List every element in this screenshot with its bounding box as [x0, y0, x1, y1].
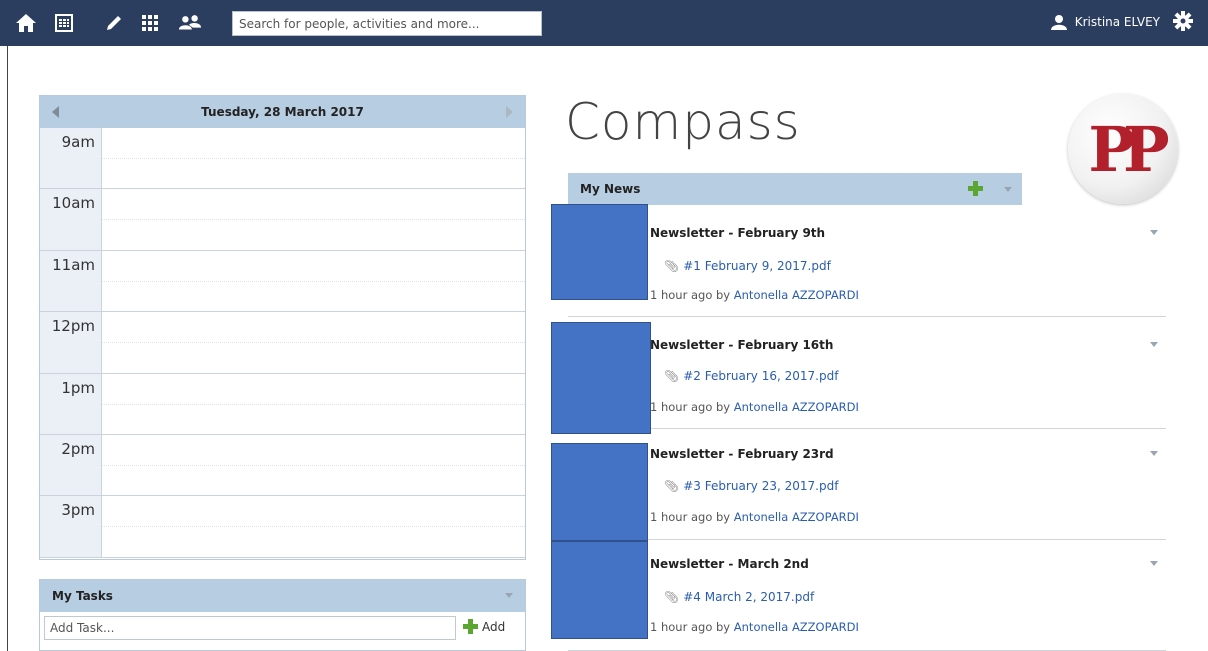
tasks-options-icon[interactable]: [505, 593, 513, 598]
redacted-avatar: [551, 443, 648, 541]
add-news-icon[interactable]: [968, 181, 983, 196]
news-author-link[interactable]: Antonella AZZOPARDI: [734, 288, 859, 302]
item-options-icon[interactable]: [1150, 451, 1158, 456]
half-hour-line: [102, 280, 525, 282]
paperclip-icon: 📎︎: [664, 590, 680, 604]
news-item-title[interactable]: Newsletter - February 16th: [650, 338, 833, 352]
attachment-name[interactable]: #4 March 2, 2017.pdf: [683, 590, 814, 604]
calendar-icon[interactable]: [52, 11, 76, 35]
hour-row[interactable]: 3pm: [40, 496, 525, 558]
user-menu[interactable]: Kristina ELVEY: [1050, 14, 1160, 30]
hour-row[interactable]: 11am: [40, 250, 525, 313]
news-item: Newsletter - February 23rd 📎︎ #3 Februar…: [568, 429, 1166, 540]
hour-row[interactable]: 9am: [40, 128, 525, 190]
news-meta-time: 1 hour ago by: [650, 510, 731, 524]
half-hour-line: [102, 158, 525, 159]
news-author-link[interactable]: Antonella AZZOPARDI: [734, 620, 859, 634]
top-navigation-bar: Kristina ELVEY: [0, 0, 1208, 46]
news-author-link[interactable]: Antonella AZZOPARDI: [734, 400, 859, 414]
news-item: Newsletter - February 16th 📎︎ #2 Februar…: [568, 318, 1166, 429]
school-logo: PP: [1068, 94, 1178, 204]
item-options-icon[interactable]: [1150, 561, 1158, 566]
attachment-name[interactable]: #2 February 16, 2017.pdf: [683, 369, 838, 383]
gear-icon[interactable]: [1172, 10, 1196, 34]
news-meta-time: 1 hour ago by: [650, 288, 731, 302]
news-author-link[interactable]: Antonella AZZOPARDI: [734, 510, 859, 524]
item-options-icon[interactable]: [1150, 342, 1158, 347]
user-name[interactable]: Kristina ELVEY: [1075, 15, 1160, 29]
hour-row[interactable]: 10am: [40, 189, 525, 251]
news-item-title[interactable]: Newsletter - February 9th: [650, 226, 825, 240]
page-title: Compass: [565, 93, 801, 151]
user-icon: [1050, 15, 1067, 30]
logo-text: PP: [1088, 112, 1169, 186]
redacted-avatar: [551, 204, 648, 300]
tasks-title: My Tasks: [52, 589, 113, 603]
hour-label: 11am: [40, 250, 102, 312]
hour-row[interactable]: 1pm: [40, 373, 525, 435]
news-item-meta: 1 hour ago by Antonella AZZOPARDI: [650, 400, 859, 414]
item-options-icon[interactable]: [1150, 230, 1158, 235]
previous-day-arrow-icon[interactable]: [52, 106, 59, 118]
people-icon[interactable]: [178, 11, 202, 35]
hour-label: 10am: [40, 189, 102, 250]
half-hour-line: [102, 342, 525, 344]
redacted-avatar: [551, 541, 648, 639]
hour-row[interactable]: 12pm: [40, 312, 525, 374]
news-item-meta: 1 hour ago by Antonella AZZOPARDI: [650, 510, 859, 524]
hour-label: 2pm: [40, 434, 102, 496]
paperclip-icon: 📎︎: [664, 369, 680, 383]
paperclip-icon: 📎︎: [664, 479, 680, 493]
news-item-title[interactable]: Newsletter - February 23rd: [650, 447, 834, 461]
calendar-header: Tuesday, 28 March 2017: [40, 96, 525, 128]
half-hour-line: [102, 464, 525, 466]
news-attachment[interactable]: 📎︎ #4 March 2, 2017.pdf: [664, 590, 814, 604]
search-input[interactable]: [232, 11, 542, 36]
grid-icon[interactable]: [138, 11, 162, 35]
news-attachment[interactable]: 📎︎ #1 February 9, 2017.pdf: [664, 259, 831, 273]
news-item: Newsletter - March 2nd 📎︎ #4 March 2, 20…: [568, 540, 1166, 651]
next-day-arrow-icon[interactable]: [506, 106, 513, 118]
hour-label: 9am: [40, 128, 102, 189]
plus-icon: [463, 619, 478, 634]
news-item-meta: 1 hour ago by Antonella AZZOPARDI: [650, 620, 859, 634]
tasks-header: My Tasks: [40, 580, 525, 612]
news-item-meta: 1 hour ago by Antonella AZZOPARDI: [650, 288, 859, 302]
attachment-name[interactable]: #3 February 23, 2017.pdf: [683, 479, 838, 493]
pencil-icon[interactable]: [102, 11, 126, 35]
half-hour-line: [102, 526, 525, 528]
news-title: My News: [580, 182, 641, 196]
redacted-avatar: [551, 322, 651, 434]
news-item-title[interactable]: Newsletter - March 2nd: [650, 557, 809, 571]
news-item: Newsletter - February 9th 📎︎ #1 February…: [568, 206, 1166, 317]
half-hour-line: [102, 403, 525, 405]
hour-label: 3pm: [40, 496, 102, 557]
add-task-label: Add: [482, 619, 506, 634]
day-calendar: Tuesday, 28 March 2017 9am 10am 11am 12p…: [39, 95, 526, 560]
home-icon[interactable]: [14, 11, 38, 35]
add-task-input[interactable]: [44, 616, 456, 640]
page-divider-line: [7, 46, 8, 651]
attachment-name[interactable]: #1 February 9, 2017.pdf: [683, 259, 831, 273]
paperclip-icon: 📎︎: [664, 259, 680, 273]
hour-row[interactable]: 2pm: [40, 434, 525, 497]
my-tasks-panel: My Tasks Add: [39, 579, 526, 651]
news-meta-time: 1 hour ago by: [650, 400, 731, 414]
news-options-icon[interactable]: [1004, 187, 1012, 192]
news-meta-time: 1 hour ago by: [650, 620, 731, 634]
news-attachment[interactable]: 📎︎ #3 February 23, 2017.pdf: [664, 479, 838, 493]
add-task-button[interactable]: Add: [463, 619, 505, 634]
news-attachment[interactable]: 📎︎ #2 February 16, 2017.pdf: [664, 369, 838, 383]
hour-label: 12pm: [40, 312, 102, 373]
calendar-date: Tuesday, 28 March 2017: [201, 105, 364, 119]
my-news-header: My News: [568, 173, 1022, 205]
hour-label: 1pm: [40, 373, 102, 434]
half-hour-line: [102, 219, 525, 221]
